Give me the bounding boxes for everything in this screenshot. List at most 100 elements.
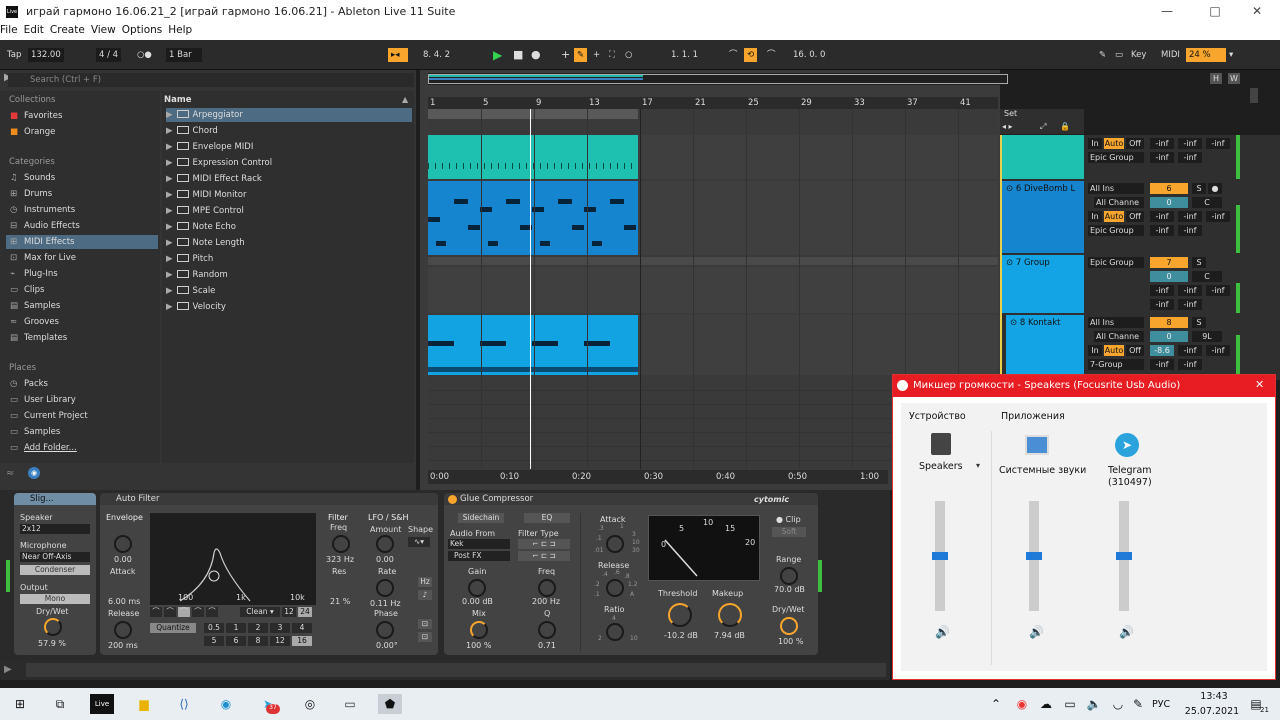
arm-icon[interactable]: ● xyxy=(1208,183,1222,194)
add-folder-link[interactable]: ▭ Add Folder... xyxy=(10,441,77,455)
quantize-option[interactable]: 3 xyxy=(270,623,290,633)
pan-field[interactable]: C xyxy=(1192,271,1222,282)
clock-date[interactable]: 25.07.2021 xyxy=(1182,706,1242,717)
in-button[interactable]: In xyxy=(1088,345,1102,356)
freq-knob[interactable] xyxy=(332,535,350,553)
off-button[interactable]: Off xyxy=(1126,211,1144,222)
list-item[interactable]: ▶ Envelope MIDI xyxy=(166,140,412,154)
list-item[interactable]: ▶ Note Length xyxy=(166,236,412,250)
rate-mode-hz[interactable]: Hz xyxy=(418,577,432,587)
ratio-knob[interactable] xyxy=(606,623,624,641)
xbox-icon[interactable]: ◎ xyxy=(298,694,322,714)
list-item[interactable]: ▶ MIDI Monitor xyxy=(166,188,412,202)
audio-from-menu[interactable]: Kek xyxy=(448,539,510,549)
release-knob[interactable] xyxy=(606,579,624,597)
menu-options[interactable]: Options xyxy=(122,24,163,36)
phase-mode-icon[interactable]: ⊡ xyxy=(418,619,432,629)
overview-viewport[interactable] xyxy=(428,74,1008,84)
freq-knob[interactable] xyxy=(538,579,556,597)
output-group-menu[interactable]: Epic Group xyxy=(1088,225,1144,236)
slope-12[interactable]: 12 xyxy=(282,607,296,617)
detail-toggle-icon[interactable]: ▶ xyxy=(4,664,12,675)
telegram-mute-icon[interactable]: 🔊 xyxy=(1119,625,1134,639)
volume-field[interactable]: 0 xyxy=(1150,331,1188,342)
range-knob[interactable] xyxy=(780,567,798,585)
loop-start-field[interactable]: 1. 1. 1 xyxy=(668,48,720,62)
time-ruler[interactable]: 0:00 0:10 0:20 0:30 0:40 0:50 1:00 xyxy=(428,470,888,484)
list-item[interactable]: ▶ Pitch xyxy=(166,252,412,266)
eq-button[interactable]: EQ xyxy=(524,513,570,523)
send-value[interactable]: -inf xyxy=(1150,211,1174,222)
send-value[interactable]: -inf xyxy=(1178,345,1202,356)
filter-type-lp[interactable]: ⌒ xyxy=(150,607,162,617)
sidechain-button[interactable]: Sidechain xyxy=(458,513,504,523)
list-item[interactable]: ▶ Random xyxy=(166,268,412,282)
zoom-icon[interactable]: ⤢ xyxy=(1040,122,1046,132)
output-group-menu[interactable]: 7-Group xyxy=(1088,359,1144,370)
close-icon[interactable]: ✕ xyxy=(1255,378,1264,391)
send-value[interactable]: -inf xyxy=(1150,359,1174,370)
phase-knob[interactable] xyxy=(376,621,394,639)
track-header-divebomb[interactable]: ⊙ 6 DiveBomb L xyxy=(1002,181,1084,253)
punch-out-icon[interactable]: ⌒ xyxy=(764,48,779,62)
speakers-device-icon[interactable] xyxy=(931,433,951,455)
filter-type-buttons[interactable]: ⌐ ⊏ ⊐ xyxy=(518,551,570,561)
system-sounds-volume-thumb[interactable] xyxy=(1026,552,1042,560)
minimize-button[interactable]: — xyxy=(1152,4,1182,18)
solo-button[interactable]: S xyxy=(1192,257,1206,268)
filter-circuit-menu[interactable]: Clean ▾ xyxy=(240,607,280,617)
auto-button[interactable]: Auto xyxy=(1104,345,1124,356)
send-value[interactable]: -inf xyxy=(1178,285,1202,296)
send-value[interactable]: -inf xyxy=(1178,359,1202,370)
windows-start-icon[interactable]: ⊞ xyxy=(8,694,32,714)
send-value[interactable]: -inf xyxy=(1206,285,1230,296)
track-activator[interactable]: 7 xyxy=(1150,257,1188,268)
list-item[interactable]: ▶ Scale xyxy=(166,284,412,298)
send-value[interactable]: -inf xyxy=(1178,152,1202,163)
drywet-knob[interactable] xyxy=(780,617,798,635)
sidebar-item-samples[interactable]: ▤ Samples xyxy=(10,299,60,313)
makeup-knob[interactable] xyxy=(718,603,742,627)
in-button[interactable]: In xyxy=(1088,211,1102,222)
quantize-button[interactable]: Quantize xyxy=(150,623,196,633)
task-view-icon[interactable]: ⧉ xyxy=(48,694,72,714)
clip-teal[interactable] xyxy=(428,135,638,179)
quantize-option[interactable]: 6 xyxy=(226,636,246,646)
solo-button[interactable]: S xyxy=(1192,317,1206,328)
sidebar-item-user-library[interactable]: ▭ User Library xyxy=(10,393,76,407)
device-title[interactable]: Auto Filter xyxy=(100,493,438,505)
sidebar-item-grooves[interactable]: ≈ Grooves xyxy=(10,315,59,329)
file-explorer-icon[interactable]: ▆ xyxy=(132,694,156,714)
send-value[interactable]: -inf xyxy=(1150,225,1174,236)
release-knob[interactable] xyxy=(114,621,132,639)
hide-io-button[interactable]: H xyxy=(1210,73,1222,84)
send-value[interactable]: -8.6 xyxy=(1150,345,1174,356)
rate-mode-sync-icon[interactable]: ♪ xyxy=(418,590,432,600)
loop-switch-icon[interactable]: ⟲ xyxy=(744,48,758,62)
volume-mixer-taskbar-icon[interactable]: ⬟ xyxy=(378,694,402,714)
send-value[interactable]: -inf xyxy=(1178,299,1202,310)
group-track-lane[interactable] xyxy=(428,257,998,265)
sidebar-item-packs[interactable]: ◷ Packs xyxy=(10,377,48,391)
list-item[interactable]: ▶ Velocity xyxy=(166,300,412,314)
cpu-menu-icon[interactable]: ▾ xyxy=(1226,48,1236,62)
metronome-icon[interactable]: ○● xyxy=(134,48,155,62)
sidebar-item-midi-effects[interactable]: ⊞ MIDI Effects xyxy=(6,235,158,249)
sidebar-item-instruments[interactable]: ◷ Instruments xyxy=(10,203,75,217)
send-value[interactable]: -inf xyxy=(1150,152,1174,163)
tray-app-icon[interactable]: ◉ xyxy=(1010,694,1034,714)
auto-button[interactable]: Auto xyxy=(1104,138,1124,149)
clip-blue[interactable] xyxy=(428,181,638,255)
list-item[interactable]: ▶ MPE Control xyxy=(166,204,412,218)
track-lane[interactable] xyxy=(638,135,998,179)
sort-icon[interactable]: ▲ xyxy=(402,95,408,104)
automation-arm-icon[interactable]: ✎ xyxy=(574,48,588,62)
sidebar-item-current-project[interactable]: ▭ Current Project xyxy=(10,409,88,423)
info-view-icon[interactable]: ◉ xyxy=(28,467,40,479)
menu-file[interactable]: File xyxy=(0,24,18,36)
menu-help[interactable]: Help xyxy=(168,24,192,36)
tray-onedrive-icon[interactable]: ☁ xyxy=(1034,694,1058,714)
threshold-knob[interactable] xyxy=(668,603,692,627)
filter-type-peak[interactable]: ⌒ xyxy=(206,607,218,617)
nav-arrows-icon[interactable]: ◂ ▸ xyxy=(1002,122,1013,131)
